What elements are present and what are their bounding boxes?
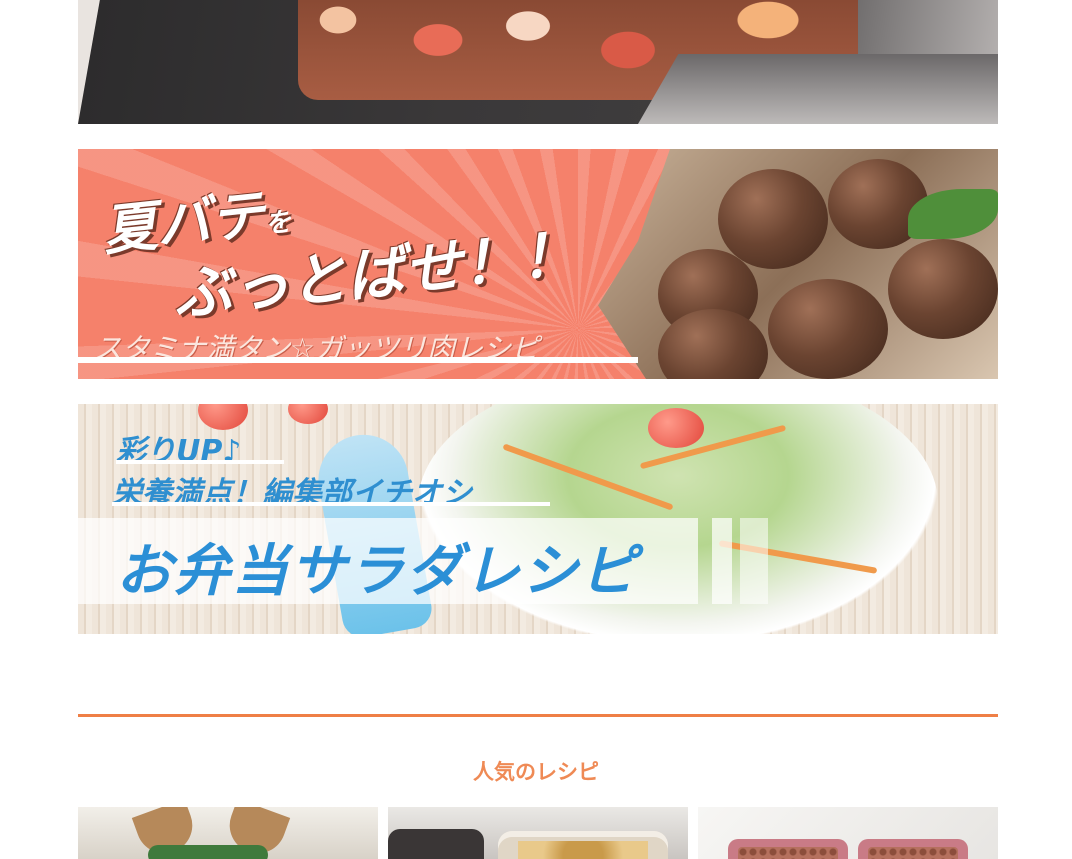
banner-meat-recipes[interactable]: 夏バテを ぶっとばせ！！ スタミナ満タン☆ガッツリ肉レシピ — [78, 149, 998, 379]
salad-title: お弁当サラダレシピ — [116, 539, 638, 604]
title-backdrop-stripe — [712, 518, 732, 604]
recipe-thumbnail[interactable] — [388, 807, 688, 859]
recipe-thumbnail[interactable] — [78, 807, 378, 859]
meatball-image — [888, 239, 998, 339]
beans-image — [868, 847, 958, 859]
meatball-photo — [598, 149, 998, 379]
tomato-image — [288, 404, 328, 424]
subtitle-underline — [78, 357, 638, 363]
banner-salad-recipes[interactable]: 彩りUP♪ 栄養満点！編集部イチオシ お弁当サラダレシピ — [78, 404, 998, 634]
cucumber-image — [148, 845, 268, 859]
bento-box-image — [388, 829, 484, 859]
tagline-underline — [112, 502, 550, 506]
meatball-image — [718, 169, 828, 269]
banner-bento-image[interactable] — [78, 0, 998, 124]
meatball-image — [768, 279, 888, 379]
tomato-image — [648, 408, 704, 448]
beans-image — [738, 847, 838, 859]
section-divider — [78, 714, 998, 717]
rice-image — [518, 841, 648, 859]
tray-edge-image — [638, 54, 998, 124]
popular-recipes-heading: 人気のレシピ — [473, 760, 599, 784]
title-backdrop-stripe — [740, 518, 768, 604]
tagline-underline — [116, 460, 284, 464]
recipe-thumbnail[interactable] — [698, 807, 998, 859]
